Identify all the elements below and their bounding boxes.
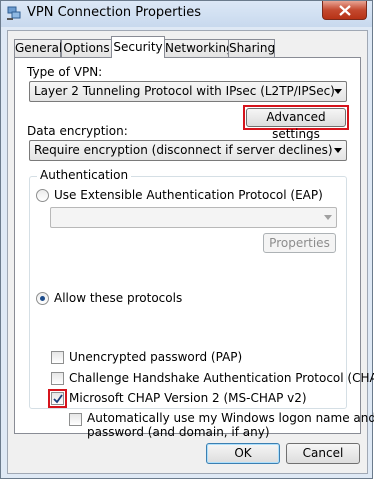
tab-general[interactable]: General xyxy=(14,39,62,57)
mschap-label: Microsoft CHAP Version 2 (MS-CHAP v2) xyxy=(69,391,307,405)
chevron-down-icon xyxy=(334,148,342,153)
data-encryption-value: Require encryption (disconnect if server… xyxy=(34,143,333,157)
tab-networking[interactable]: Networking xyxy=(164,39,234,57)
chap-checkbox[interactable] xyxy=(51,372,64,385)
auto-logon-label-line1: Automatically use my Windows logon name … xyxy=(87,411,374,425)
title-bar[interactable]: VPN Connection Properties xyxy=(1,1,372,27)
tab-sharing[interactable]: Sharing xyxy=(228,39,275,57)
network-connection-icon xyxy=(7,6,21,20)
ok-button[interactable]: OK xyxy=(206,443,280,464)
advanced-settings-button[interactable]: Advanced settings xyxy=(246,108,346,141)
security-tab-panel: Type of VPN: Layer 2 Tunneling Protocol … xyxy=(14,57,374,439)
dialog-client-area: General Options Security Networking Shar… xyxy=(7,30,374,474)
tab-security[interactable]: Security xyxy=(111,36,165,58)
checkmark-icon xyxy=(53,394,63,404)
eap-properties-button[interactable]: Properties xyxy=(263,233,336,253)
chap-label: Challenge Handshake Authentication Proto… xyxy=(69,371,374,385)
mschap-checkbox[interactable] xyxy=(51,392,64,405)
vpn-properties-window: VPN Connection Properties General Option… xyxy=(0,0,374,479)
vpn-type-label: Type of VPN: xyxy=(27,65,103,79)
tab-options[interactable]: Options xyxy=(61,39,112,57)
cancel-button[interactable]: Cancel xyxy=(286,443,360,464)
chevron-down-icon xyxy=(324,215,332,220)
allow-protocols-label: Allow these protocols xyxy=(54,291,183,305)
close-icon xyxy=(339,5,351,16)
eap-method-dropdown[interactable] xyxy=(50,207,337,228)
pap-label: Unencrypted password (PAP) xyxy=(69,350,243,364)
vpn-type-dropdown[interactable]: Layer 2 Tunneling Protocol with IPsec (L… xyxy=(29,81,347,102)
allow-protocols-radio[interactable] xyxy=(36,292,49,305)
pap-checkbox[interactable] xyxy=(51,351,64,364)
auto-logon-checkbox[interactable] xyxy=(69,413,82,426)
vpn-type-value: Layer 2 Tunneling Protocol with IPsec (L… xyxy=(34,84,335,98)
chevron-down-icon xyxy=(334,89,342,94)
eap-radio-label: Use Extensible Authentication Protocol (… xyxy=(54,188,323,202)
auto-logon-label-line2: password (and domain, if any) xyxy=(87,425,270,439)
window-title: VPN Connection Properties xyxy=(27,5,201,20)
data-encryption-dropdown[interactable]: Require encryption (disconnect if server… xyxy=(29,140,347,161)
authentication-group-label: Authentication xyxy=(37,168,132,182)
close-button[interactable] xyxy=(322,1,367,20)
data-encryption-label: Data encryption: xyxy=(27,124,128,138)
eap-radio[interactable] xyxy=(36,189,49,202)
